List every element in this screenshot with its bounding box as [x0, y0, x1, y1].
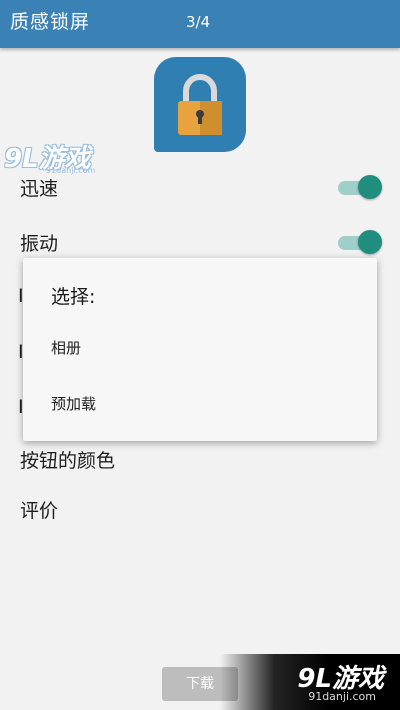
page-indicator: 3/4: [186, 13, 211, 31]
toggle-vibrate[interactable]: [338, 229, 382, 257]
select-dialog: 选择: 相册 预加载: [23, 258, 377, 441]
dialog-option-label: 预加载: [51, 395, 97, 413]
app-title: 质感锁屏: [10, 11, 91, 33]
lock-icon: [178, 74, 222, 135]
dialog-option-label: 相册: [51, 339, 82, 357]
dialog-title: 选择:: [51, 286, 96, 308]
setting-label-button-color[interactable]: 按钮的颜色: [20, 446, 115, 473]
app-icon: [154, 57, 246, 152]
watermark-banner-url: 91danji.com: [308, 690, 376, 703]
dialog-option-album[interactable]: 相册: [23, 323, 377, 371]
watermark-logo: 9L游戏 91danji.com: [4, 138, 104, 178]
toggle-fast[interactable]: [338, 174, 382, 202]
setting-label-rate[interactable]: 评价: [20, 496, 58, 523]
watermark-banner: 9L游戏 91danji.com: [220, 654, 400, 710]
setting-label-fast[interactable]: 迅速: [20, 174, 58, 201]
setting-label-vibrate[interactable]: 振动: [20, 229, 58, 256]
toggle-thumb: [358, 175, 382, 199]
dialog-option-preload[interactable]: 预加载: [23, 379, 377, 427]
app-bar: 质感锁屏 3/4: [0, 0, 400, 48]
toggle-thumb: [358, 230, 382, 254]
